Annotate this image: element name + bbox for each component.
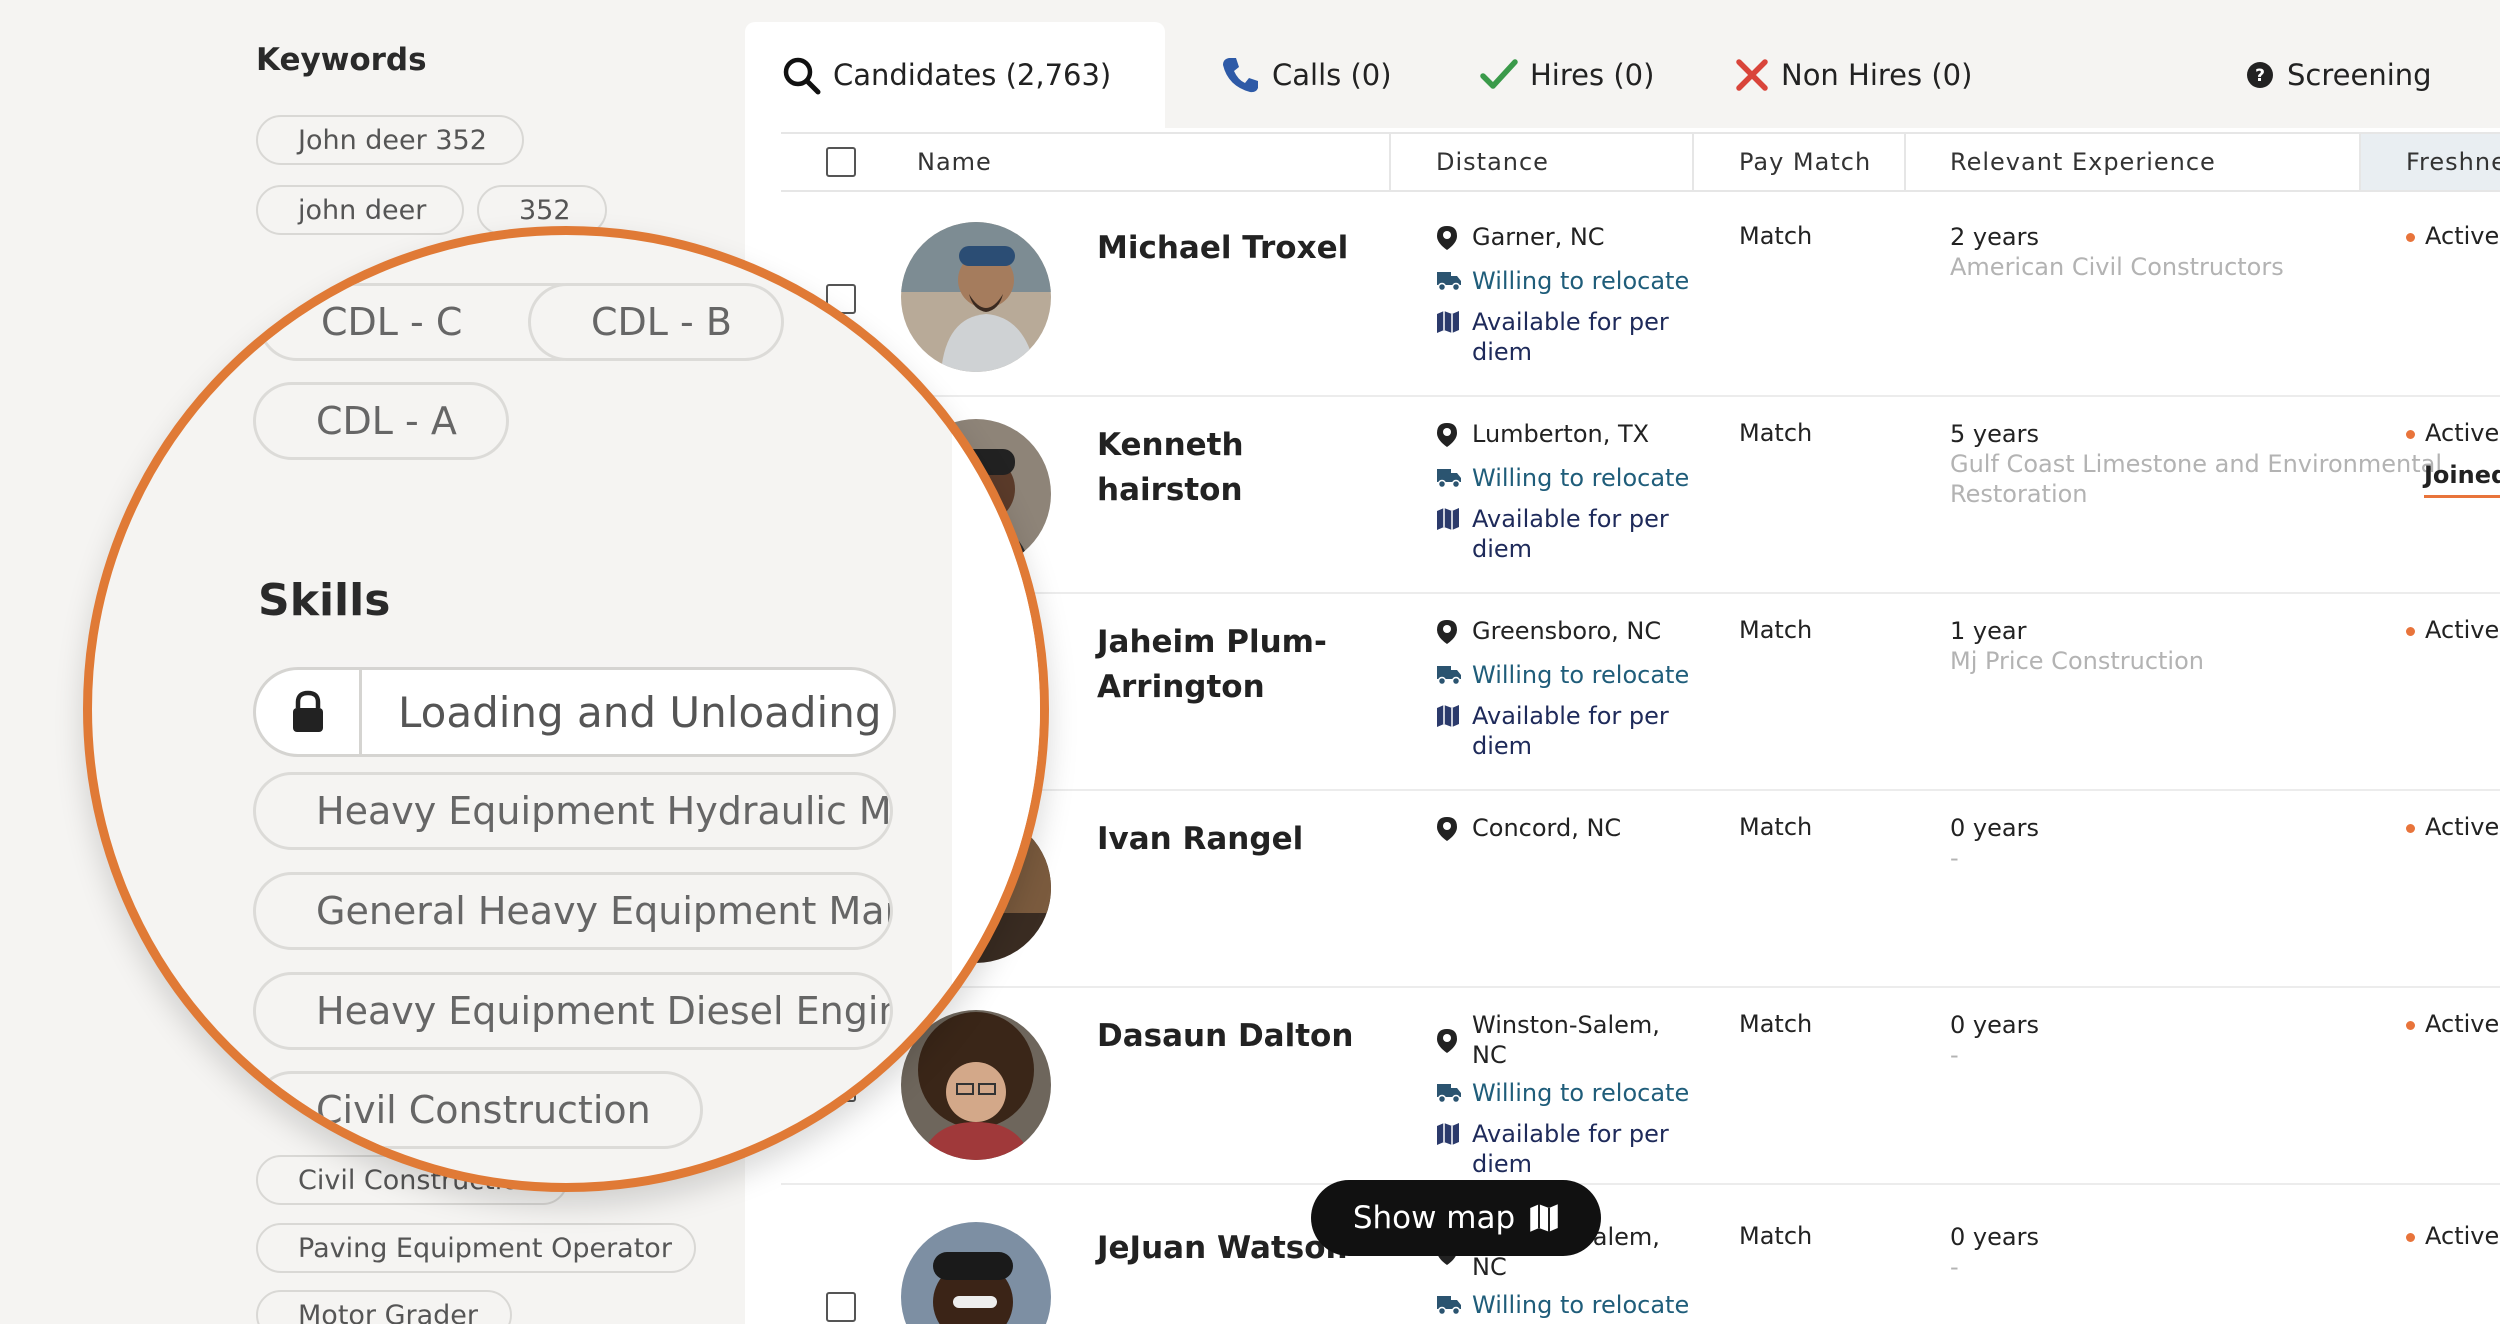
pay-match: Match	[1739, 616, 1813, 644]
skills-title: Skills	[258, 575, 391, 626]
svg-text:?: ?	[2255, 66, 2265, 86]
distance-cell: Winston-Salem, NC Willing to relocate Av…	[1436, 1010, 1696, 1187]
map-icon	[1529, 1203, 1559, 1233]
tab-label: Hires (0)	[1530, 58, 1655, 92]
location-pin-icon	[1436, 419, 1472, 455]
skill-chip[interactable]: Heavy Equipment Diesel Engin	[253, 972, 893, 1050]
status-badge: Active	[2406, 616, 2499, 644]
status-badge: Active	[2406, 1222, 2499, 1250]
truck-icon	[1436, 660, 1472, 693]
keyword-chip[interactable]: john deer	[256, 185, 464, 235]
pay-match: Match	[1739, 1010, 1813, 1038]
truck-icon	[1436, 1078, 1472, 1111]
candidate-name[interactable]: Michael Troxel	[1097, 226, 1387, 271]
lock-icon	[256, 670, 362, 754]
location-pin-icon	[1436, 616, 1472, 652]
location-pin-icon	[1436, 813, 1472, 849]
skill-chip[interactable]: General Heavy Equipment Mai	[253, 872, 893, 950]
status-badge: Active	[2406, 813, 2499, 841]
skill-chip[interactable]: Heavy Equipment Hydraulic M	[253, 772, 893, 850]
keyword-chip[interactable]: John deer 352	[256, 115, 524, 165]
tab-label: Screening	[2287, 58, 2432, 92]
skill-chip[interactable]: Civil Construction	[253, 1071, 703, 1149]
table-row[interactable]: JeJuan Watson Winston-Salem, NC Willing …	[781, 1200, 2500, 1324]
location-pin-icon	[1436, 1010, 1472, 1061]
column-pay-match[interactable]: Pay Match	[1694, 134, 1906, 190]
keywords-title: Keywords	[256, 42, 427, 78]
pay-match: Match	[1739, 222, 1813, 250]
tab-calls[interactable]: Calls (0)	[1220, 22, 1392, 128]
search-icon	[781, 55, 821, 95]
pay-match: Match	[1739, 1222, 1813, 1250]
cdl-chip[interactable]: CDL - A	[253, 382, 509, 460]
tab-candidates[interactable]: Candidates (2,763)	[745, 22, 1165, 128]
experience-cell: 0 years -	[1950, 1223, 2039, 1281]
experience-cell: 2 years American Civil Constructors	[1950, 223, 2284, 281]
distance-cell: Concord, NC	[1436, 813, 1696, 857]
location-pin-icon	[1436, 222, 1472, 258]
table-header: Name Distance Pay Match Relevant Experie…	[781, 132, 2500, 192]
magnified-table-edge	[952, 235, 1040, 1183]
status-badge: Active	[2406, 1010, 2499, 1038]
locked-skill-chip[interactable]: Loading and Unloading	[253, 667, 896, 757]
distance-cell: Lumberton, TX Willing to relocate Availa…	[1436, 419, 1696, 572]
magnifier-overlay: CDL - C CDL - B CDL - A Skills Loading a…	[83, 226, 1049, 1192]
status-badge: Active	[2406, 419, 2499, 447]
truck-icon	[1436, 266, 1472, 299]
tab-bar: Candidates (2,763) Calls (0) Hires (0) N…	[745, 22, 2500, 128]
tab-screening[interactable]: ? Screening	[2245, 22, 2432, 128]
candidate-name[interactable]: Ivan Rangel	[1097, 817, 1387, 862]
candidate-name[interactable]: Kenneth hairston	[1097, 423, 1387, 513]
check-icon	[1480, 57, 1518, 93]
candidate-name[interactable]: Jaheim Plum-Arrington	[1097, 620, 1387, 710]
x-icon	[1735, 58, 1769, 92]
column-distance[interactable]: Distance	[1391, 134, 1694, 190]
pay-match: Match	[1739, 419, 1813, 447]
joined-tag[interactable]: Joined	[2424, 461, 2500, 498]
distance-cell: Greensboro, NC Willing to relocate Avail…	[1436, 616, 1696, 769]
tab-label: Calls (0)	[1272, 58, 1392, 92]
pay-match: Match	[1739, 813, 1813, 841]
cdl-chip[interactable]: CDL - B	[528, 283, 784, 361]
show-map-button[interactable]: Show map	[1311, 1180, 1601, 1256]
tab-label: Non Hires (0)	[1781, 58, 1973, 92]
experience-cell: 1 year Mj Price Construction	[1950, 617, 2204, 675]
tab-hires[interactable]: Hires (0)	[1480, 22, 1654, 128]
locked-skill-label: Loading and Unloading	[398, 687, 882, 737]
experience-cell: 0 years -	[1950, 1011, 2039, 1069]
tab-non-hires[interactable]: Non Hires (0)	[1735, 22, 1972, 128]
row-checkbox[interactable]	[826, 1292, 856, 1322]
column-freshness[interactable]: Freshne	[2361, 134, 2500, 190]
map-icon	[1436, 701, 1472, 735]
status-badge: Active	[2406, 222, 2499, 250]
map-icon	[1436, 1119, 1472, 1153]
truck-icon	[1436, 463, 1472, 496]
column-relevant-experience[interactable]: Relevant Experience	[1906, 134, 2361, 190]
skill-chip[interactable]: Motor Grader	[256, 1290, 512, 1324]
candidate-name[interactable]: Dasaun Dalton	[1097, 1014, 1387, 1059]
skill-chip[interactable]: Paving Equipment Operator	[256, 1223, 696, 1273]
map-icon	[1436, 307, 1472, 341]
distance-cell: Garner, NC Willing to relocate Available…	[1436, 222, 1696, 375]
truck-icon	[1436, 1290, 1472, 1323]
help-circle-icon: ?	[2245, 60, 2275, 90]
experience-cell: 0 years -	[1950, 814, 2039, 872]
phone-icon	[1220, 55, 1260, 95]
avatar	[901, 1222, 1051, 1324]
tab-label: Candidates (2,763)	[833, 58, 1112, 92]
map-icon	[1436, 504, 1472, 538]
column-name[interactable]: Name	[781, 134, 1391, 190]
